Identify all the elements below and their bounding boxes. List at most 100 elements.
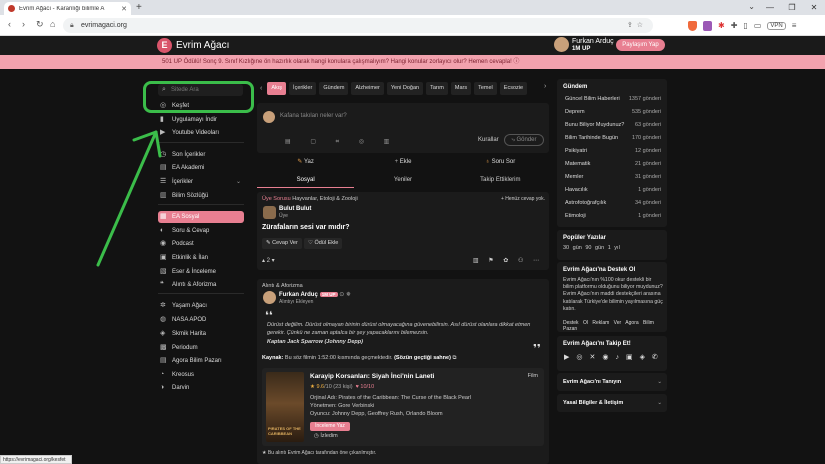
avatar[interactable] bbox=[263, 206, 276, 219]
topic-chip[interactable]: Ecsozie bbox=[499, 82, 528, 95]
address-bar[interactable]: 🔒︎ evrimagaci.org ⇪☆ bbox=[63, 18, 653, 33]
extension-icon[interactable]: ✱ bbox=[718, 21, 725, 30]
minimize-icon[interactable]: — bbox=[759, 0, 781, 15]
sidebar-item[interactable]: ▩ Periodum bbox=[158, 342, 244, 354]
trend-item[interactable]: Havacılık 1 gönderi bbox=[565, 187, 661, 193]
sidebar-item[interactable]: ▣ Etkinlik & İlan bbox=[158, 252, 244, 264]
sidebar-item[interactable]: ▦ EA Sosyal bbox=[158, 211, 244, 223]
write-review-button[interactable]: İnceleme Yaz bbox=[310, 422, 350, 431]
chevron-left-icon[interactable]: ‹ bbox=[258, 85, 264, 92]
brave-shield-icon[interactable] bbox=[688, 20, 697, 31]
sidebar-icon[interactable]: ▯ bbox=[743, 21, 747, 30]
site-logo-icon[interactable]: E bbox=[157, 38, 172, 53]
vote-control[interactable]: ▴ 2 ▾ bbox=[262, 257, 275, 264]
tab-search-icon[interactable]: ⌄ bbox=[748, 2, 755, 11]
topic-chip[interactable]: Akış bbox=[267, 82, 287, 95]
trend-item[interactable]: Memler 31 gönderi bbox=[565, 174, 661, 180]
composer-tool-icons[interactable]: ▤ ▢ ⌗ ◎ ▥ bbox=[285, 138, 398, 146]
topic-chip[interactable]: Temel bbox=[474, 82, 497, 95]
home-icon[interactable]: ⌂ bbox=[50, 19, 55, 29]
trend-item[interactable]: Deprem 535 gönderi bbox=[565, 109, 661, 115]
reload-icon[interactable]: ↻ bbox=[36, 19, 44, 30]
social-icons[interactable]: ▶◎✕◉♪▣◈✆ bbox=[564, 353, 665, 361]
puzzle-icon[interactable]: ✚ bbox=[731, 21, 738, 30]
post-category[interactable]: Üye Sorusu Hayvanlar, Etoloji & Zooloji bbox=[262, 196, 358, 202]
sidebar-item[interactable]: ▧ Eser & İnceleme bbox=[158, 266, 244, 278]
maximize-icon[interactable]: ❐ bbox=[781, 0, 803, 15]
sidebar-item[interactable]: ☰ İçerikler ⌄ bbox=[158, 176, 244, 188]
add-button[interactable]: + Ekle bbox=[354, 155, 451, 169]
popular-range-tabs[interactable]: 30 gün 90 gün 1 yıl bbox=[563, 245, 620, 251]
write-button[interactable]: ✎ Yaz bbox=[257, 155, 354, 169]
composer-input[interactable]: Kafana takılan neler var? bbox=[280, 113, 347, 119]
ask-button[interactable]: ♁ Soru Sor bbox=[452, 155, 549, 169]
avatar[interactable] bbox=[263, 291, 276, 304]
post-action-icons[interactable]: ▥ ⚑ ✿ ⚇ ⋯ bbox=[473, 257, 543, 264]
sidebar-item[interactable]: ◈ Skmik Harita bbox=[158, 328, 244, 340]
new-tab-icon[interactable]: + bbox=[136, 2, 142, 13]
topic-chip[interactable]: Yeni Doğan bbox=[386, 82, 424, 95]
answer-button[interactable]: ✎ Cevap Ver bbox=[262, 238, 302, 249]
post-author[interactable]: Bulut Bulut bbox=[279, 206, 311, 212]
sidebar-item[interactable]: ◍ NASA APOD bbox=[158, 314, 244, 326]
follow-title: Evrim Ağacı'nı Takip Et! bbox=[563, 341, 631, 347]
sidebar-item[interactable]: ✲ Yaşam Ağacı bbox=[158, 300, 244, 312]
trend-item[interactable]: Bilim Tarihinde Bugün 170 gönderi bbox=[565, 135, 661, 141]
trend-item[interactable]: Matematik 21 gönderi bbox=[565, 161, 661, 167]
trend-item[interactable]: Güncel Bilim Haberleri 1357 gönderi bbox=[565, 96, 661, 102]
avatar[interactable] bbox=[554, 37, 569, 52]
add-reward-button[interactable]: ♡ Ödül Ekle bbox=[304, 238, 343, 249]
trend-item[interactable]: Etimoloji 1 gönderi bbox=[565, 213, 661, 219]
trend-item[interactable]: Bunu Biliyor Muydunuz? 63 gönderi bbox=[565, 122, 661, 128]
sidebar-item[interactable]: ◑ Darvin bbox=[158, 382, 244, 394]
movie-poster[interactable]: PIRATES OF THE CARIBBEAN bbox=[266, 372, 304, 442]
rules-link[interactable]: Kurallar bbox=[478, 137, 499, 143]
sidebar-item[interactable]: ▤ EA Akademi bbox=[158, 162, 244, 174]
post-title[interactable]: Zürafaların sesi var mıdır? bbox=[262, 224, 350, 231]
close-window-icon[interactable]: ✕ bbox=[803, 0, 825, 15]
user-name[interactable]: Furkan Arduç bbox=[572, 38, 614, 45]
site-name[interactable]: Evrim Ağacı bbox=[176, 40, 229, 51]
topic-chip[interactable]: İçerikler bbox=[289, 82, 317, 95]
sidebar-item[interactable]: ▤ Agora Bilim Pazarı bbox=[158, 355, 244, 367]
announcement-banner[interactable]: 501 UP Ödülü! Sonç 9. Sınıf Kızlığıne ön… bbox=[0, 55, 825, 69]
sidebar-item[interactable]: ❝ Alıntı & Aforizma bbox=[158, 279, 244, 291]
close-tab-icon[interactable]: ✕ bbox=[121, 5, 127, 13]
source-link[interactable]: (Sözün geçtiği sahne) bbox=[394, 355, 451, 361]
green-arrow-annotation bbox=[96, 130, 162, 267]
sidebar-item[interactable]: ▮ Uygulamayı İndir bbox=[158, 114, 244, 126]
topic-chip[interactable]: Tarım bbox=[426, 82, 448, 95]
post-author[interactable]: Furkan Arduç 1M UP ⊙ ✵ bbox=[279, 291, 351, 298]
browser-tab[interactable]: Evrim Ağacı - Karanlığı bilimle A ✕ bbox=[4, 2, 131, 15]
rewards-icon[interactable] bbox=[703, 20, 712, 31]
sidebar-item[interactable]: ◐ Soru & Cevap bbox=[158, 225, 244, 237]
sidebar-item[interactable]: ▥ Bilim Sözlüğü bbox=[158, 190, 244, 202]
share-post-button[interactable]: Paylaşım Yap bbox=[616, 39, 665, 51]
vpn-button[interactable]: VPN bbox=[767, 21, 786, 30]
forward-icon[interactable]: › bbox=[22, 19, 25, 29]
menu-icon[interactable]: ≡ bbox=[792, 21, 797, 30]
topic-chip[interactable]: Mars bbox=[450, 82, 472, 95]
back-icon[interactable]: ‹ bbox=[8, 19, 11, 29]
tab-new[interactable]: Yeniler bbox=[354, 174, 451, 188]
send-button[interactable]: ⤷ Gönder bbox=[504, 134, 544, 146]
post-category[interactable]: Alıntı & Aforizma bbox=[262, 283, 303, 289]
sidebar-item[interactable]: ◔ Kreosus bbox=[158, 369, 244, 381]
tab-social[interactable]: Sosyal bbox=[257, 174, 355, 188]
tab-following[interactable]: Takip Ettiklerim bbox=[452, 174, 549, 188]
topic-chip[interactable]: Gündem bbox=[319, 82, 349, 95]
sidebar-item[interactable]: ◷ Son İçerikler bbox=[158, 149, 244, 161]
legal-section[interactable]: Yasal Bilgiler & İletişim ⌄ bbox=[557, 394, 667, 412]
trend-item[interactable]: Psikiyatri 12 gönderi bbox=[565, 148, 661, 154]
movie-title[interactable]: Karayip Korsanları: Siyah İnci'nin Lanet… bbox=[310, 373, 434, 380]
topic-chip[interactable]: Alzheimer bbox=[351, 82, 384, 95]
support-links[interactable]: Destek Ol Reklam Ver Agora Bilim Pazarı bbox=[563, 320, 667, 332]
movie-card[interactable]: PIRATES OF THE CARIBBEAN Karayip Korsanl… bbox=[262, 368, 544, 446]
trend-item[interactable]: Astrofotoğrafçılık 34 gönderi bbox=[565, 200, 661, 206]
about-section[interactable]: Evrim Ağacı'nı Tanıyın ⌄ bbox=[557, 373, 667, 391]
sidebar-item[interactable]: ◉ Podcast bbox=[158, 238, 244, 250]
sidebar-item[interactable]: ▶ Youtube Videoları bbox=[158, 127, 244, 139]
wallet-icon[interactable]: ▭ bbox=[754, 21, 762, 30]
chevron-right-icon[interactable]: › bbox=[542, 83, 548, 90]
watched-toggle[interactable]: ◷ İzledim bbox=[314, 433, 338, 439]
